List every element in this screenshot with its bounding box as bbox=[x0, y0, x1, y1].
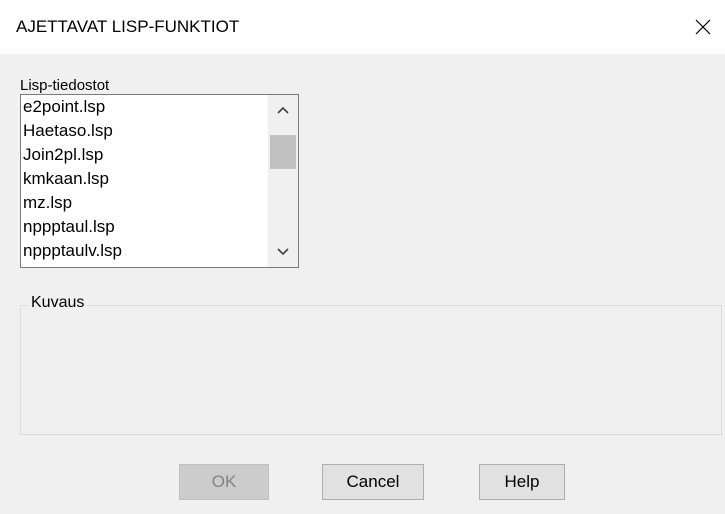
window-title: AJETTAVAT LISP-FUNKTIOT bbox=[16, 17, 240, 36]
cancel-button[interactable]: Cancel bbox=[322, 464, 424, 500]
list-item[interactable]: nppptaul.lsp bbox=[21, 215, 266, 239]
list-item[interactable]: Haetaso.lsp bbox=[21, 119, 266, 143]
close-icon bbox=[695, 19, 711, 35]
lisp-files-items: e2point.lsp Haetaso.lsp Join2pl.lsp kmka… bbox=[21, 95, 266, 263]
title-bar: AJETTAVAT LISP-FUNKTIOT bbox=[0, 0, 725, 54]
list-item[interactable]: nppptaulv.lsp bbox=[21, 239, 266, 263]
scroll-thumb[interactable] bbox=[270, 135, 296, 169]
list-item[interactable]: kmkaan.lsp bbox=[21, 167, 266, 191]
list-item[interactable]: e2point.lsp bbox=[21, 95, 266, 119]
scroll-up-button[interactable] bbox=[268, 95, 298, 125]
ok-button[interactable]: OK bbox=[179, 464, 269, 500]
chevron-up-icon bbox=[277, 106, 289, 114]
list-item[interactable]: Join2pl.lsp bbox=[21, 143, 266, 167]
help-button[interactable]: Help bbox=[479, 464, 565, 500]
close-button[interactable] bbox=[681, 0, 725, 54]
chevron-down-icon bbox=[277, 248, 289, 256]
list-item[interactable]: mz.lsp bbox=[21, 191, 266, 215]
description-groupbox bbox=[20, 305, 722, 435]
list-scrollbar[interactable] bbox=[268, 95, 298, 267]
lisp-files-listbox[interactable]: e2point.lsp Haetaso.lsp Join2pl.lsp kmka… bbox=[20, 94, 299, 268]
description-label: Kuvaus bbox=[28, 294, 88, 312]
lisp-files-label: Lisp-tiedostot bbox=[20, 77, 110, 94]
scroll-down-button[interactable] bbox=[268, 237, 298, 267]
